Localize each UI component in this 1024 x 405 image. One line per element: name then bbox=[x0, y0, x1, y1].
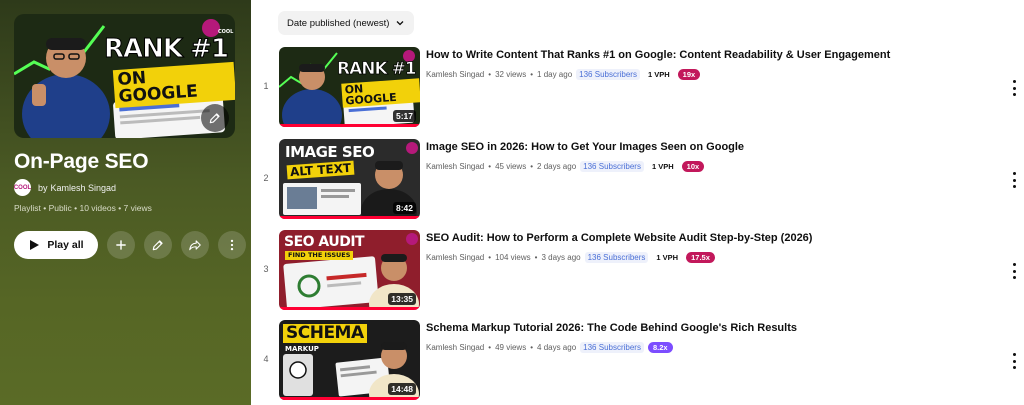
vph-badge: 1 VPH bbox=[647, 70, 670, 79]
subscriber-badge: 136 Subscribers bbox=[580, 342, 644, 353]
channel-name[interactable]: Kamlesh Singad bbox=[426, 70, 484, 79]
play-all-button[interactable]: Play all bbox=[14, 231, 98, 259]
video-duration: 13:35 bbox=[388, 293, 416, 305]
playlist-thumbnail-brand: COOL bbox=[218, 29, 234, 35]
video-more-actions-button[interactable] bbox=[1008, 80, 1020, 96]
video-thumbnail[interactable]: SEO AUDIT FIND THE ISSUES 13:35 bbox=[279, 230, 420, 310]
meta-separator: • bbox=[488, 343, 492, 352]
video-thumbnail[interactable]: SCHEMA MARKUP 14:48 bbox=[279, 320, 420, 400]
vph-badge: 1 VPH bbox=[656, 253, 679, 262]
video-thumbnail[interactable]: IMAGE SEO ALT TEXT 8:42 bbox=[279, 139, 420, 219]
video-row[interactable]: 1 RANK #1 ON GOOGLE 5:17 How to Write Co… bbox=[255, 47, 1024, 129]
video-title[interactable]: Schema Markup Tutorial 2026: The Code Be… bbox=[426, 322, 797, 334]
share-button[interactable] bbox=[181, 231, 209, 259]
playlist-meta: Playlist • Public • 10 videos • 7 views bbox=[14, 203, 152, 213]
performance-multiplier-badge: 17.5x bbox=[686, 252, 715, 263]
video-thumbnail[interactable]: RANK #1 ON GOOGLE 5:17 bbox=[279, 47, 420, 127]
pencil-icon bbox=[152, 240, 163, 251]
video-more-actions-button[interactable] bbox=[1008, 263, 1020, 279]
playlist-thumbnail-headline-top: RANK #1 bbox=[104, 34, 230, 64]
owner-prefix: by bbox=[38, 182, 48, 193]
view-count: 32 views bbox=[495, 70, 527, 79]
video-more-actions-button[interactable] bbox=[1008, 172, 1020, 188]
video-index: 4 bbox=[263, 354, 269, 364]
upload-age: 3 days ago bbox=[541, 253, 581, 262]
video-meta: Kamlesh Singad • 32 views • 1 day ago 13… bbox=[426, 69, 701, 80]
upload-age: 2 days ago bbox=[537, 162, 577, 171]
playlist-header-panel: RANK #1 ON GOOGLE COOL On-Page SEO COOL … bbox=[0, 0, 251, 405]
watch-progress-bar bbox=[279, 124, 420, 127]
owner-avatar[interactable]: COOL bbox=[14, 179, 31, 196]
vph-badge: 1 VPH bbox=[651, 162, 674, 171]
subscriber-badge: 136 Subscribers bbox=[576, 69, 640, 80]
video-index: 1 bbox=[263, 81, 269, 91]
channel-name[interactable]: Kamlesh Singad bbox=[426, 162, 484, 171]
thumbnail-line-2: FIND THE ISSUES bbox=[285, 251, 354, 260]
video-row[interactable]: 3 SEO AUDIT FIND THE ISSUES 13:35 SEO Au… bbox=[255, 230, 1024, 312]
meta-separator: • bbox=[488, 162, 492, 171]
video-row[interactable]: 4 SCHEMA MARKUP 14:48 Schema Markup Tuto… bbox=[255, 320, 1024, 402]
sort-dropdown[interactable]: Date published (newest) bbox=[278, 11, 415, 35]
video-meta: Kamlesh Singad • 104 views • 3 days ago … bbox=[426, 252, 715, 263]
thumbnail-line-1: IMAGE SEO bbox=[285, 143, 375, 161]
video-title[interactable]: How to Write Content That Ranks #1 on Go… bbox=[426, 49, 890, 61]
more-actions-button[interactable] bbox=[218, 231, 246, 259]
subscriber-badge: 136 Subscribers bbox=[584, 252, 649, 263]
view-count: 45 views bbox=[495, 162, 527, 171]
watch-progress-bar bbox=[279, 307, 420, 310]
performance-multiplier-badge: 10x bbox=[681, 161, 705, 172]
video-more-actions-button[interactable] bbox=[1008, 353, 1020, 369]
playlist-actions: Play all bbox=[14, 231, 246, 259]
channel-name[interactable]: Kamlesh Singad bbox=[426, 253, 484, 262]
video-index: 3 bbox=[263, 264, 269, 274]
chevron-down-icon bbox=[396, 21, 404, 26]
play-icon bbox=[30, 240, 40, 250]
sort-label: Date published (newest) bbox=[287, 17, 390, 29]
video-duration: 8:42 bbox=[392, 202, 416, 214]
performance-multiplier-badge: 8.2x bbox=[647, 342, 673, 353]
share-icon bbox=[189, 240, 201, 251]
view-count: 49 views bbox=[495, 343, 527, 352]
video-index: 2 bbox=[263, 173, 269, 183]
thumbnail-line-1: SCHEMA bbox=[283, 324, 367, 343]
playlist-owner[interactable]: COOL by Kamlesh Singad bbox=[14, 179, 116, 196]
thumbnail-line-2: MARKUP bbox=[285, 345, 319, 353]
meta-separator: • bbox=[530, 70, 534, 79]
upload-age: 4 days ago bbox=[537, 343, 577, 352]
watch-progress-bar bbox=[279, 216, 420, 219]
playlist-title: On-Page SEO bbox=[14, 150, 149, 173]
watch-progress-bar bbox=[279, 397, 420, 400]
owner-name[interactable]: Kamlesh Singad bbox=[51, 183, 117, 193]
thumbnail-line-1: RANK #1 bbox=[337, 59, 417, 79]
performance-multiplier-badge: 19x bbox=[677, 69, 701, 80]
add-to-playlist-button[interactable] bbox=[107, 231, 135, 259]
video-duration: 5:17 bbox=[392, 110, 416, 122]
more-vert-icon bbox=[230, 239, 234, 251]
meta-separator: • bbox=[534, 253, 538, 262]
pencil-icon bbox=[209, 113, 220, 124]
video-meta: Kamlesh Singad • 45 views • 2 days ago 1… bbox=[426, 161, 705, 172]
edit-playlist-button[interactable] bbox=[144, 231, 172, 259]
video-title[interactable]: Image SEO in 2026: How to Get Your Image… bbox=[426, 141, 744, 153]
view-count: 104 views bbox=[495, 253, 531, 262]
meta-separator: • bbox=[488, 70, 492, 79]
playlist-thumbnail[interactable]: RANK #1 ON GOOGLE COOL bbox=[14, 14, 235, 138]
edit-thumbnail-button[interactable] bbox=[201, 104, 229, 132]
meta-separator: • bbox=[530, 162, 534, 171]
subscriber-badge: 136 Subscribers bbox=[580, 161, 644, 172]
video-duration: 14:48 bbox=[388, 383, 416, 395]
meta-separator: • bbox=[488, 253, 492, 262]
play-all-label: Play all bbox=[47, 239, 84, 251]
video-title[interactable]: SEO Audit: How to Perform a Complete Web… bbox=[426, 232, 812, 244]
video-meta: Kamlesh Singad • 49 views • 4 days ago 1… bbox=[426, 342, 673, 353]
channel-name[interactable]: Kamlesh Singad bbox=[426, 343, 484, 352]
plus-icon bbox=[116, 240, 126, 250]
video-row[interactable]: 2 IMAGE SEO ALT TEXT 8:42 Image SEO in 2… bbox=[255, 139, 1024, 221]
upload-age: 1 day ago bbox=[537, 70, 573, 79]
thumbnail-line-1: SEO AUDIT bbox=[284, 234, 365, 250]
meta-separator: • bbox=[530, 343, 534, 352]
